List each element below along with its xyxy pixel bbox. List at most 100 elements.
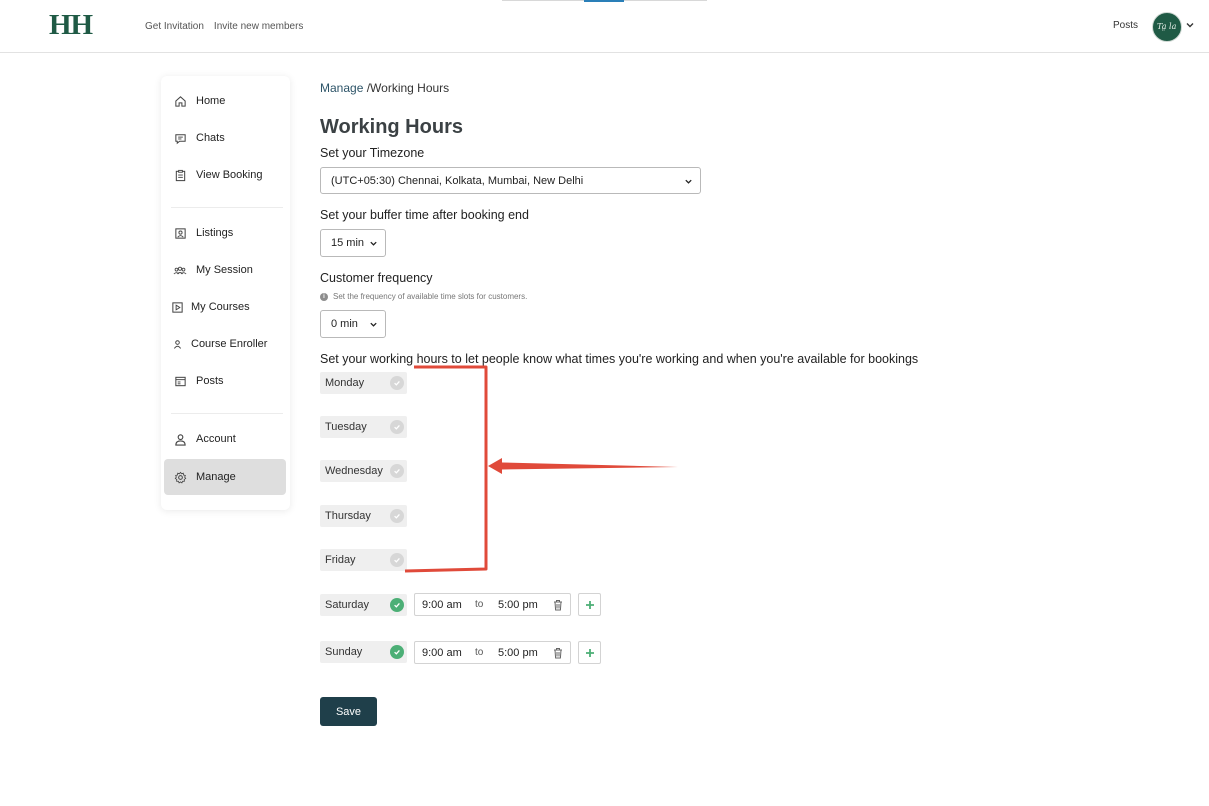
- frequency-hint-text: Set the frequency of available time slot…: [333, 292, 528, 301]
- chevron-down-icon: [685, 179, 692, 184]
- sidebar-item-chats[interactable]: Chats: [164, 120, 286, 156]
- chevron-down-icon: [370, 322, 377, 327]
- person-icon: [170, 337, 184, 351]
- day-saturday[interactable]: Saturday: [320, 594, 407, 616]
- plus-icon: [585, 648, 594, 657]
- sidebar-item-my-courses[interactable]: My Courses: [164, 289, 286, 325]
- check-icon[interactable]: [390, 376, 404, 390]
- timezone-select[interactable]: (UTC+05:30) Chennai, Kolkata, Mumbai, Ne…: [320, 167, 701, 194]
- day-wednesday[interactable]: Wednesday: [320, 460, 407, 482]
- day-label: Wednesday: [325, 465, 383, 477]
- day-monday[interactable]: Monday: [320, 372, 407, 394]
- plus-icon: [585, 600, 594, 609]
- annotation-bracket: [404, 365, 488, 573]
- buffer-value: 15 min: [331, 237, 365, 249]
- add-time-button[interactable]: [578, 593, 601, 616]
- logo[interactable]: HH: [49, 9, 93, 42]
- posts-link[interactable]: Posts: [1113, 20, 1138, 31]
- sidebar-item-view-booking[interactable]: View Booking: [164, 157, 286, 193]
- frequency-label: Customer frequency: [320, 271, 433, 285]
- to-label: to: [475, 599, 484, 610]
- listing-icon: [173, 226, 187, 240]
- breadcrumb: Manage /Working Hours: [320, 81, 449, 95]
- day-label: Monday: [325, 377, 365, 389]
- end-time-select[interactable]: 5:00 pm: [498, 647, 538, 659]
- avatar-signature: Ta̤ la: [1157, 22, 1177, 31]
- sidebar-item-label: Listings: [196, 227, 234, 239]
- gear-icon: [173, 470, 187, 484]
- chevron-down-icon: [370, 241, 377, 246]
- sidebar-item-course-enroller[interactable]: Course Enroller: [164, 326, 286, 362]
- working-hours-label: Set your working hours to let people kno…: [320, 352, 919, 366]
- buffer-select[interactable]: 15 min: [320, 229, 386, 257]
- sidebar-item-label: My Session: [196, 264, 253, 276]
- to-label: to: [475, 647, 484, 658]
- user-icon: [173, 432, 187, 446]
- sidebar-item-label: Posts: [196, 375, 224, 387]
- day-label: Saturday: [325, 599, 370, 611]
- day-sunday[interactable]: Sunday: [320, 641, 407, 663]
- start-time-select[interactable]: 9:00 am: [422, 647, 462, 659]
- trash-icon[interactable]: [551, 646, 565, 660]
- sidebar-item-my-session[interactable]: My Session: [164, 252, 286, 288]
- check-icon[interactable]: [390, 464, 404, 478]
- sunday-time-range: 9:00 am to 5:00 pm: [414, 641, 571, 664]
- timezone-value: (UTC+05:30) Chennai, Kolkata, Mumbai, Ne…: [331, 174, 584, 187]
- frequency-hint: i Set the frequency of available time sl…: [320, 292, 527, 301]
- check-icon[interactable]: [390, 598, 404, 612]
- start-time-select[interactable]: 9:00 am: [422, 599, 462, 611]
- frequency-value: 0 min: [331, 318, 358, 330]
- saturday-time-range: 9:00 am to 5:00 pm: [414, 593, 571, 616]
- sidebar-item-label: Manage: [196, 471, 236, 483]
- day-label: Thursday: [325, 510, 371, 522]
- check-icon[interactable]: [390, 420, 404, 434]
- sidebar-item-posts[interactable]: Posts: [164, 363, 286, 399]
- check-icon[interactable]: [390, 645, 404, 659]
- check-icon[interactable]: [390, 509, 404, 523]
- frequency-select[interactable]: 0 min: [320, 310, 386, 338]
- end-time-select[interactable]: 5:00 pm: [498, 599, 538, 611]
- sidebar-item-label: Home: [196, 95, 226, 107]
- day-friday[interactable]: Friday: [320, 549, 407, 571]
- info-icon: i: [320, 292, 328, 301]
- sidebar-item-account[interactable]: Account: [164, 421, 286, 457]
- invite-members-link[interactable]: Invite new members: [214, 21, 303, 32]
- page-title: Working Hours: [320, 116, 463, 138]
- sidebar: Home Chats View Booking Listings My Sess…: [161, 76, 290, 510]
- sidebar-item-manage[interactable]: Manage: [164, 459, 286, 495]
- chat-icon: [173, 131, 187, 145]
- timezone-label: Set your Timezone: [320, 146, 425, 160]
- add-time-button[interactable]: [578, 641, 601, 664]
- sidebar-item-label: Account: [196, 433, 236, 445]
- avatar[interactable]: Ta̤ la: [1152, 12, 1182, 42]
- breadcrumb-current: /Working Hours: [363, 81, 450, 95]
- sidebar-divider: [171, 413, 283, 414]
- chevron-down-icon[interactable]: [1185, 20, 1195, 30]
- top-nav: Get Invitation Invite new members: [145, 21, 303, 32]
- sidebar-item-home[interactable]: Home: [164, 83, 286, 119]
- breadcrumb-manage[interactable]: Manage: [320, 81, 363, 95]
- group-icon: [173, 263, 187, 277]
- annotation-arrow: [488, 458, 678, 474]
- trash-icon[interactable]: [551, 598, 565, 612]
- get-invitation-link[interactable]: Get Invitation: [145, 21, 204, 32]
- top-bar: HH Get Invitation Invite new members Pos…: [0, 0, 1209, 53]
- day-label: Tuesday: [325, 421, 367, 433]
- save-button[interactable]: Save: [320, 697, 377, 726]
- sidebar-item-listings[interactable]: Listings: [164, 215, 286, 251]
- sidebar-divider: [171, 207, 283, 208]
- buffer-label: Set your buffer time after booking end: [320, 208, 529, 222]
- sidebar-item-label: View Booking: [196, 169, 263, 181]
- day-label: Sunday: [325, 646, 363, 658]
- posts-icon: [173, 374, 187, 388]
- check-icon[interactable]: [390, 553, 404, 567]
- day-thursday[interactable]: Thursday: [320, 505, 407, 527]
- tab-indicator-active: [584, 0, 624, 2]
- sidebar-item-label: My Courses: [191, 301, 250, 313]
- day-tuesday[interactable]: Tuesday: [320, 416, 407, 438]
- sidebar-item-label: Chats: [196, 132, 225, 144]
- sidebar-item-label: Course Enroller: [191, 338, 268, 350]
- play-icon: [170, 300, 184, 314]
- home-icon: [173, 94, 187, 108]
- tab-indicator: [502, 0, 707, 2]
